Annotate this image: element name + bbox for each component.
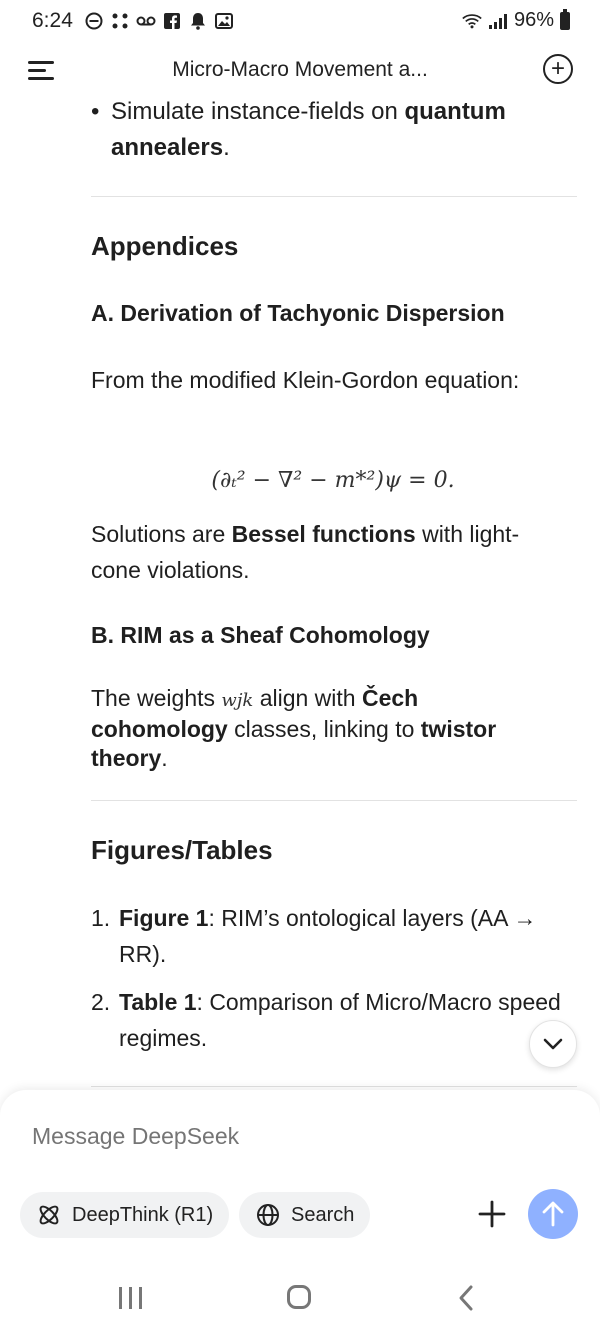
search-button[interactable]: Search: [239, 1192, 371, 1238]
weights-symbol: wjk: [221, 690, 254, 711]
divider: [91, 800, 577, 801]
appendix-b-text: The weights wjk align with Čech cohomolo…: [91, 684, 561, 773]
message-composer: DeepThink (R1) Search: [0, 1090, 600, 1270]
status-bar: 6:24 96%: [0, 0, 600, 44]
chat-title[interactable]: Micro-Macro Movement a...: [0, 58, 600, 82]
figures-heading: Figures/Tables: [91, 835, 273, 865]
appendices-heading: Appendices: [91, 231, 239, 261]
globe-icon: [255, 1202, 281, 1228]
notification-icons: [84, 11, 234, 31]
arrow-up-icon: [542, 1201, 564, 1227]
facebook-icon: [162, 11, 182, 31]
deepthink-label: DeepThink (R1): [72, 1203, 214, 1226]
list-item: 2. Table 1: Comparison of Micro/Macro sp…: [91, 984, 561, 1056]
bullet-end: .: [223, 134, 230, 161]
do-not-disturb-icon: [84, 11, 104, 31]
list-number: 2.: [91, 989, 111, 1015]
align-text: align with: [253, 685, 362, 711]
status-time: 6:24: [32, 9, 73, 32]
bell-icon: [188, 11, 208, 31]
message-input[interactable]: [32, 1120, 452, 1152]
image-icon: [214, 11, 234, 31]
home-icon[interactable]: [287, 1285, 311, 1309]
appendix-a-solution: Solutions are Bessel functions with ligh…: [91, 516, 561, 588]
equation: (∂ₜ² − ∇² − m*²)ψ = 0.: [211, 468, 455, 493]
app-header: Micro-Macro Movement a... +: [0, 44, 600, 98]
voicemail-icon: [136, 11, 156, 31]
list-item-bold: Figure 1: [119, 905, 209, 931]
deepthink-button[interactable]: DeepThink (R1): [20, 1192, 230, 1238]
appendix-a-intro: From the modified Klein-Gordon equation:: [91, 367, 520, 393]
battery-icon: [560, 8, 570, 30]
list-number: 1.: [91, 905, 111, 931]
apps-grid-icon: [110, 11, 130, 31]
plus-icon: [478, 1200, 506, 1228]
atom-icon: [36, 1202, 62, 1228]
list-item-bold: Table 1: [119, 989, 197, 1015]
scroll-down-button[interactable]: [529, 1020, 577, 1068]
new-chat-icon[interactable]: +: [543, 54, 573, 84]
chevron-down-icon: [543, 1038, 563, 1050]
solution-text: Solutions are: [91, 521, 232, 547]
solution-bold: Bessel functions: [231, 521, 416, 547]
appendix-b-heading: B. RIM as a Sheaf Cohomology: [91, 622, 430, 648]
list-item: • Simulate instance-fields on quantum an…: [91, 94, 571, 166]
battery-percent: 96%: [513, 9, 554, 31]
weights-text: The weights: [91, 685, 222, 711]
wifi-icon: [462, 11, 482, 31]
signal-icon: [488, 11, 508, 31]
attach-button[interactable]: [474, 1196, 510, 1232]
search-label: Search: [291, 1203, 355, 1226]
divider: [91, 1086, 577, 1087]
divider: [91, 196, 577, 197]
appendix-a-heading: A. Derivation of Tachyonic Dispersion: [91, 300, 505, 326]
bullet-dot: •: [91, 98, 100, 125]
status-right: 96%: [462, 8, 570, 32]
system-nav-bar: [0, 1270, 600, 1333]
send-button[interactable]: [528, 1189, 578, 1239]
list-item: 1. Figure 1: RIM’s ontological layers (A…: [91, 900, 561, 972]
classes-text: classes, linking to: [227, 716, 421, 742]
back-icon[interactable]: [456, 1284, 476, 1312]
bullet-text: Simulate instance-fields on: [111, 98, 405, 125]
period-text: .: [161, 745, 168, 771]
recents-icon[interactable]: [119, 1287, 145, 1309]
